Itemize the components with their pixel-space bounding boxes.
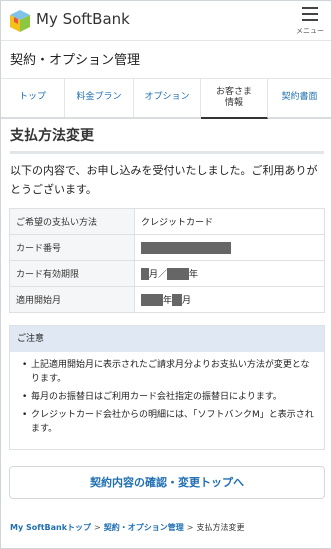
brand-name[interactable]: My SoftBank — [36, 10, 130, 28]
tab-contract-docs[interactable]: 契約書面 — [268, 79, 331, 117]
softbank-logo-icon[interactable] — [9, 9, 31, 33]
tab-plan[interactable]: 料金プラン — [65, 79, 134, 117]
redacted-start-month — [172, 294, 183, 307]
expiry-value: 月／ 年 — [134, 260, 325, 287]
redacted-expiry-month — [141, 268, 149, 281]
completion-message: 以下の内容で、お申し込みを受付いたしました。ご利用ありがとうございます。 — [10, 164, 318, 196]
redacted-expiry-year — [167, 268, 190, 281]
expiry-label: カード有効期限 — [9, 260, 135, 287]
method-label: ご希望の支払い方法 — [9, 208, 135, 235]
tab-bar: トップ 料金プラン オプション お客さま 情報 契約書面 — [1, 79, 331, 119]
notice-box: ご注意 上記適用開始月に表示されたご請求月分よりお支払い方法が変更となります。 … — [9, 325, 325, 450]
start-month-unit: 月 — [182, 295, 192, 306]
expiry-month-unit: 月／ — [149, 269, 168, 280]
tab-top[interactable]: トップ — [1, 79, 65, 117]
contract-top-button[interactable]: 契約内容の確認・変更トップへ — [9, 466, 325, 499]
breadcrumb: My SoftBankトップ > 契約・オプション管理 > 支払方法変更 — [10, 522, 244, 533]
table-row: カード番号 — [9, 234, 325, 261]
list-item: 毎月のお振替日はご利用カード会社指定の振替日によります。 — [22, 390, 318, 404]
site-header: My SoftBank メニュー — [1, 1, 331, 41]
card-number-value — [134, 234, 325, 261]
tab-option[interactable]: オプション — [134, 79, 201, 117]
menu-button[interactable]: メニュー — [295, 5, 325, 37]
menu-label: メニュー — [296, 27, 324, 35]
redacted-card-number — [141, 241, 231, 254]
page-frame: My SoftBank メニュー 契約・オプション管理 トップ 料金プラン オプ… — [0, 0, 332, 549]
card-number-label: カード番号 — [9, 234, 135, 261]
list-item: クレジットカード会社からの明細には、「ソフトバンクM」と表示されます。 — [22, 408, 318, 436]
payment-info-table: ご希望の支払い方法 クレジットカード カード番号 カード有効期限 月／ 年 適用開… — [9, 208, 325, 313]
tab-customer-info[interactable]: お客さま 情報 — [201, 79, 268, 119]
start-month-label: 適用開始月 — [9, 286, 135, 313]
table-row: 適用開始月 年月 — [9, 286, 325, 313]
expiry-year-unit: 年 — [189, 269, 199, 280]
tab-customer-info-label: お客さま 情報 — [215, 86, 252, 108]
breadcrumb-current: 支払方法変更 — [196, 523, 245, 532]
hamburger-icon — [302, 7, 318, 21]
breadcrumb-separator: > — [186, 523, 194, 532]
redacted-start-year — [141, 294, 163, 307]
breadcrumb-separator: > — [94, 523, 101, 532]
method-value: クレジットカード — [134, 208, 325, 235]
table-row: カード有効期限 月／ 年 — [9, 260, 325, 287]
start-month-value: 年月 — [134, 286, 325, 313]
notice-list: 上記適用開始月に表示されたご請求月分よりお支払い方法が変更となります。 毎月のお… — [10, 352, 324, 436]
start-year-unit: 年 — [163, 295, 173, 306]
heading-divider — [10, 151, 324, 154]
page-title: 支払方法変更 — [10, 128, 94, 144]
table-row: ご希望の支払い方法 クレジットカード — [9, 208, 325, 235]
list-item: 上記適用開始月に表示されたご請求月分よりお支払い方法が変更となります。 — [22, 358, 318, 386]
breadcrumb-mysoftbank-top[interactable]: My SoftBankトップ — [10, 523, 91, 532]
notice-title: ご注意 — [10, 326, 324, 352]
breadcrumb-contract-option[interactable]: 契約・オプション管理 — [104, 523, 184, 532]
section-title: 契約・オプション管理 — [1, 42, 331, 79]
